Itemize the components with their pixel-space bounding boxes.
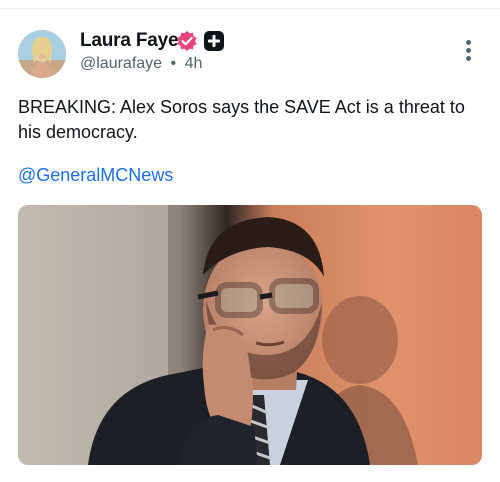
post-time[interactable]: 4h — [185, 55, 203, 72]
author-handle[interactable]: @laurafaye — [80, 55, 162, 72]
post-text: BREAKING: Alex Soros says the SAVE Act i… — [18, 97, 465, 142]
post-image[interactable] — [18, 205, 482, 465]
handle-row: @laurafaye • 4h — [80, 55, 202, 73]
avatar[interactable] — [18, 30, 66, 78]
separator-dot: • — [170, 55, 177, 72]
verified-badge-icon — [177, 31, 197, 51]
post-card: Laura Faye @laurafaye • 4h BREAKING: Ale… — [0, 0, 500, 482]
divider — [0, 8, 500, 9]
avatar-image — [18, 30, 66, 78]
photo-man-with-glasses — [18, 205, 482, 465]
mention-link[interactable]: @GeneralMCNews — [18, 165, 173, 186]
author-name[interactable]: Laura Faye — [80, 30, 179, 52]
more-vertical-icon[interactable] — [458, 40, 478, 66]
plus-badge-icon — [204, 31, 224, 51]
